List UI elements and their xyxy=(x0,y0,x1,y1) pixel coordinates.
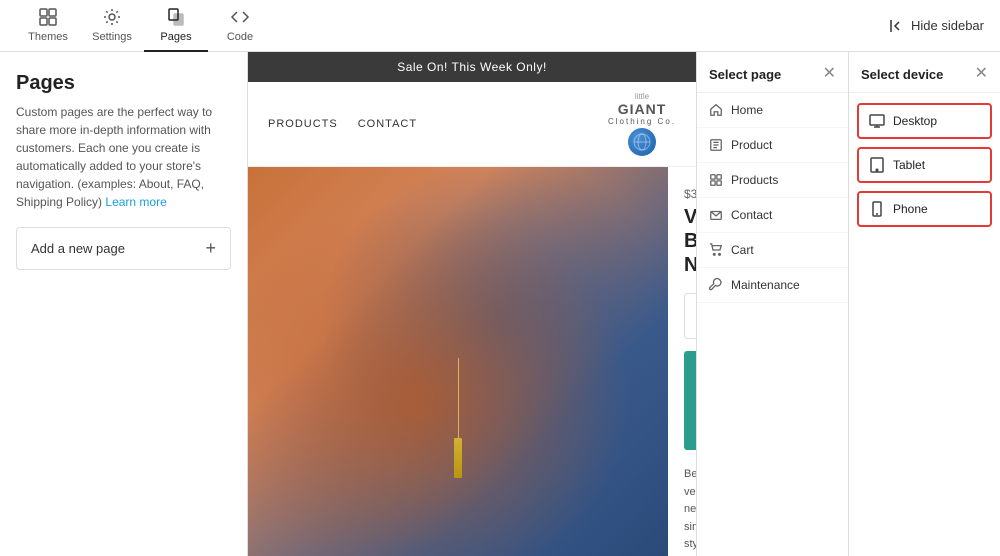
toolbar-code[interactable]: Code xyxy=(208,0,272,52)
device-list: Desktop Tablet Phone xyxy=(849,93,1000,237)
select-device-header: Select device ✕ xyxy=(849,52,1000,93)
preview-area: Sale On! This Week Only! PRODUCTS CONTAC… xyxy=(248,52,696,556)
site-body: $39.95 VERTICAL BAR NECKLACE ROSE GOLD ▼… xyxy=(248,167,696,556)
select-device-close-button[interactable]: ✕ xyxy=(975,66,988,82)
device-phone[interactable]: Phone xyxy=(857,191,992,227)
plus-icon: + xyxy=(205,238,216,259)
toolbar-themes[interactable]: Themes xyxy=(16,0,80,52)
site-nav-links: PRODUCTS CONTACT xyxy=(268,118,417,130)
add-page-button[interactable]: Add a new page + xyxy=(16,227,231,270)
grid-small-icon xyxy=(709,173,723,187)
mail-icon xyxy=(709,208,723,222)
toolbar: Themes Settings Pages Code xyxy=(0,0,1000,52)
select-page-title: Select page xyxy=(709,67,781,82)
pages-label: Pages xyxy=(160,31,191,43)
add-to-cart-button[interactable]: ADD TO CART - $39.99 xyxy=(684,351,696,450)
select-page-close-button[interactable]: ✕ xyxy=(823,66,836,82)
select-page-panel: Select page ✕ Home Product xyxy=(696,52,848,556)
site-logo: little GIANT Clothing Co. xyxy=(608,92,676,156)
product-image xyxy=(248,167,668,556)
sidebar-description: Custom pages are the perfect way to shar… xyxy=(16,103,231,211)
sidebar-title: Pages xyxy=(16,72,231,95)
page-list: Home Product Produ xyxy=(697,93,848,556)
wrench-icon xyxy=(709,278,723,292)
site-banner: Sale On! This Week Only! xyxy=(248,52,696,82)
page-item-contact[interactable]: Contact xyxy=(697,198,848,233)
nav-contact: CONTACT xyxy=(358,118,417,130)
code-label: Code xyxy=(227,31,253,43)
page-item-product[interactable]: Product xyxy=(697,128,848,163)
device-desktop[interactable]: Desktop xyxy=(857,103,992,139)
device-tablet[interactable]: Tablet xyxy=(857,147,992,183)
monitor-icon xyxy=(869,113,885,129)
settings-label: Settings xyxy=(92,31,132,43)
select-device-panel: Select device ✕ Desktop Tablet xyxy=(848,52,1000,556)
page-item-home[interactable]: Home xyxy=(697,93,848,128)
hide-sidebar-button[interactable]: Hide sidebar xyxy=(889,18,984,34)
tablet-icon xyxy=(869,157,885,173)
site-nav: PRODUCTS CONTACT little GIANT Clothing C… xyxy=(248,82,696,167)
cart-icon xyxy=(709,243,723,257)
hide-sidebar-label: Hide sidebar xyxy=(911,18,984,33)
necklace-graphic xyxy=(454,358,462,478)
toolbar-icons: Themes Settings Pages Code xyxy=(16,0,272,52)
variant-select[interactable]: ROSE GOLD ▼ xyxy=(684,293,696,339)
main-area: Pages Custom pages are the perfect way t… xyxy=(0,52,1000,556)
home-icon xyxy=(709,103,723,117)
nav-products: PRODUCTS xyxy=(268,118,338,130)
preview-inner: Sale On! This Week Only! PRODUCTS CONTAC… xyxy=(248,52,696,556)
select-page-header: Select page ✕ xyxy=(697,52,848,93)
themes-label: Themes xyxy=(28,31,68,43)
phone-icon xyxy=(869,201,885,217)
learn-more-link[interactable]: Learn more xyxy=(105,195,166,209)
product-info: $39.95 VERTICAL BAR NECKLACE ROSE GOLD ▼… xyxy=(668,167,696,556)
logo-globe xyxy=(628,128,656,156)
toolbar-settings[interactable]: Settings xyxy=(80,0,144,52)
select-device-title: Select device xyxy=(861,67,943,82)
page-item-products[interactable]: Products xyxy=(697,163,848,198)
page-item-cart[interactable]: Cart xyxy=(697,233,848,268)
toolbar-pages[interactable]: Pages xyxy=(144,0,208,52)
tag-icon xyxy=(709,138,723,152)
left-sidebar: Pages Custom pages are the perfect way t… xyxy=(0,52,248,556)
site-preview: Sale On! This Week Only! PRODUCTS CONTAC… xyxy=(248,52,696,556)
page-item-maintenance[interactable]: Maintenance xyxy=(697,268,848,303)
